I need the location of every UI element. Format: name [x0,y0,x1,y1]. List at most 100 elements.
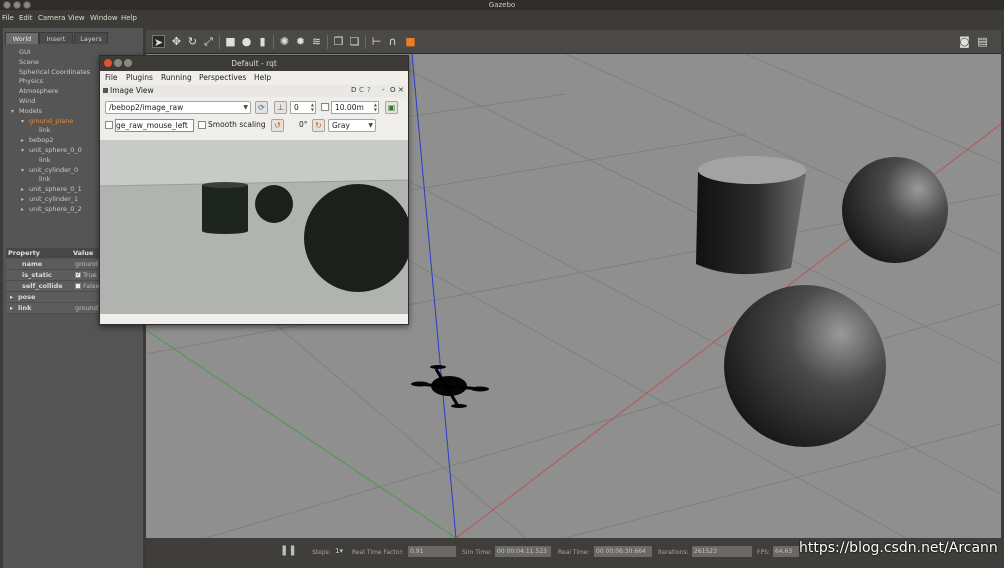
snap-icon[interactable]: ∩ [386,35,399,48]
expand-arrow-icon[interactable]: ▸ [10,292,13,302]
expand-arrow-icon[interactable]: ▾ [21,117,29,127]
tab-layers[interactable]: Layers [74,32,108,44]
property-row[interactable]: is_static ✓ True [6,270,103,281]
world-tree-item-label: unit_sphere_0_0 [29,146,82,154]
spot-light-icon[interactable]: ✹ [294,35,307,48]
mouse-topic-input[interactable]: ge_raw_mouse_left [115,119,194,132]
color-scheme-select[interactable]: Gray ▼ [328,119,376,132]
world-tree-item-label: link [39,155,51,164]
chevron-down-icon: ▼ [368,122,373,129]
property-row[interactable]: ▸ pose [6,292,103,303]
align-icon[interactable]: ⊢ [370,35,383,48]
rqt-menu-perspectives[interactable]: Perspectives [199,73,246,82]
expand-arrow-icon[interactable]: ▸ [10,303,13,313]
world-tree-item[interactable]: Scene [11,57,39,67]
rqt-menu-plugins[interactable]: Plugins [126,73,153,82]
menu-camera[interactable]: Camera [38,14,65,22]
sphere-shape-icon[interactable]: ● [240,35,253,48]
rotate-right-button[interactable]: ↻ [312,119,325,132]
screenshot-icon[interactable]: ◙ [958,35,971,48]
world-tree-item[interactable]: link [31,174,51,184]
world-tree-item[interactable]: ▾ unit_cylinder_0 [21,165,78,175]
tab-world[interactable]: World [5,32,39,44]
steps-stepper[interactable]: 1▾ [335,547,343,555]
plugin-help-button[interactable]: ? [367,86,371,94]
scale-mode-icon[interactable]: ⤢ [202,35,215,48]
gazebo-menu-bar: File Edit Camera View Window Help [0,10,1004,28]
rotation-angle-label: 0° [299,120,308,129]
unit-sphere-small[interactable] [842,157,948,263]
box-shape-icon[interactable]: ■ [224,35,237,48]
select-mode-icon[interactable]: ➤ [152,35,165,49]
menu-view[interactable]: View [68,14,85,22]
translate-mode-icon[interactable]: ✥ [170,35,183,48]
fps-label: FPS: [757,549,770,556]
property-row[interactable]: ▸ link ground [6,303,103,314]
unit-cylinder[interactable] [696,156,806,275]
world-tree-item[interactable]: Atmosphere [11,86,58,96]
camera-image[interactable] [100,140,408,314]
world-tree-item[interactable]: ▾ Models [11,106,42,116]
y-axis-line [146,329,457,538]
mouse-publish-checkbox[interactable] [105,121,113,129]
expand-arrow-icon[interactable]: ▾ [21,146,29,156]
property-checkbox[interactable]: ✓ [75,272,81,278]
pause-icon[interactable]: ❚❚ [280,545,297,556]
plugin-close-button[interactable]: ✕ [398,86,404,94]
world-tree-item-label: unit_cylinder_0 [29,165,79,174]
rqt-menu-help[interactable]: Help [254,73,271,82]
property-checkbox[interactable] [75,283,81,289]
property-row[interactable]: name ground [6,259,103,270]
topic-select[interactable]: /bebop2/image_raw ▼ [105,101,251,114]
world-tree-item[interactable]: link [31,125,51,135]
tab-insert[interactable]: Insert [39,32,73,44]
rotate-spinbox[interactable]: 0 ▲ ▼ [290,101,316,114]
unit-sphere-large[interactable] [724,285,886,447]
point-light-icon[interactable]: ✺ [278,35,291,48]
smooth-scaling-checkbox[interactable] [198,121,206,129]
bebop2-drone[interactable] [411,365,489,408]
range-checkbox[interactable] [321,103,329,111]
world-tree-item[interactable]: ▸ unit_sphere_0_1 [21,184,82,194]
world-tree-item[interactable]: link [31,155,51,165]
paste-icon[interactable]: ❏ [348,35,361,48]
plugin-float-button[interactable]: O [390,86,396,94]
view-angle-icon[interactable]: ■ [404,35,417,48]
rqt-menu-file[interactable]: File [105,73,118,82]
z-axis-line [411,54,457,538]
rqt-menu-running[interactable]: Running [161,73,192,82]
property-key: self_collide [22,282,63,290]
world-tree-item[interactable]: ▸ unit_sphere_0_2 [21,204,82,214]
refresh-topics-button[interactable]: ⟳ [255,101,268,114]
world-tree-item[interactable]: ▸ bebop2 [21,135,54,145]
menu-window[interactable]: Window [90,14,118,22]
cylinder-shape-icon[interactable]: ▮ [256,35,269,48]
copy-icon[interactable]: ❐ [332,35,345,48]
real-time-factor-value: 0.91 [408,546,456,557]
plugin-dock-button[interactable]: D [351,86,356,94]
world-tree-item[interactable]: Physics [11,76,43,86]
range-spinbox[interactable]: 10.00m ▲ ▼ [331,101,379,114]
world-tree-item[interactable]: ▾ unit_sphere_0_0 [21,145,82,155]
world-tree-item[interactable]: GUI [11,47,31,57]
expand-arrow-icon[interactable]: ▾ [21,166,29,176]
rotate-button[interactable]: ⊥ [274,101,287,114]
menu-edit[interactable]: Edit [19,14,33,22]
rotate-left-button[interactable]: ↺ [271,119,284,132]
world-tree-item[interactable]: Spherical Coordinates [11,67,90,77]
menu-file[interactable]: File [2,14,14,22]
plugin-minimize-button[interactable]: - [382,86,385,94]
world-tree-item[interactable]: ▸ unit_cylinder_1 [21,194,78,204]
record-log-icon[interactable]: ▤ [976,35,989,48]
plugin-reload-button[interactable]: C [359,86,364,94]
world-tree-item[interactable]: Wind [11,96,35,106]
save-image-button[interactable]: ▣ [385,101,398,114]
rotate-mode-icon[interactable]: ↻ [186,35,199,48]
world-tree-item[interactable]: ▾ ground_plane [21,116,73,126]
directional-light-icon[interactable]: ≋ [310,35,323,48]
expand-arrow-icon[interactable]: ▾ [11,107,19,117]
toolbar-separator [273,35,274,49]
menu-help[interactable]: Help [121,14,137,22]
property-row[interactable]: self_collide False [6,281,103,292]
expand-arrow-icon[interactable]: ▸ [21,205,29,215]
